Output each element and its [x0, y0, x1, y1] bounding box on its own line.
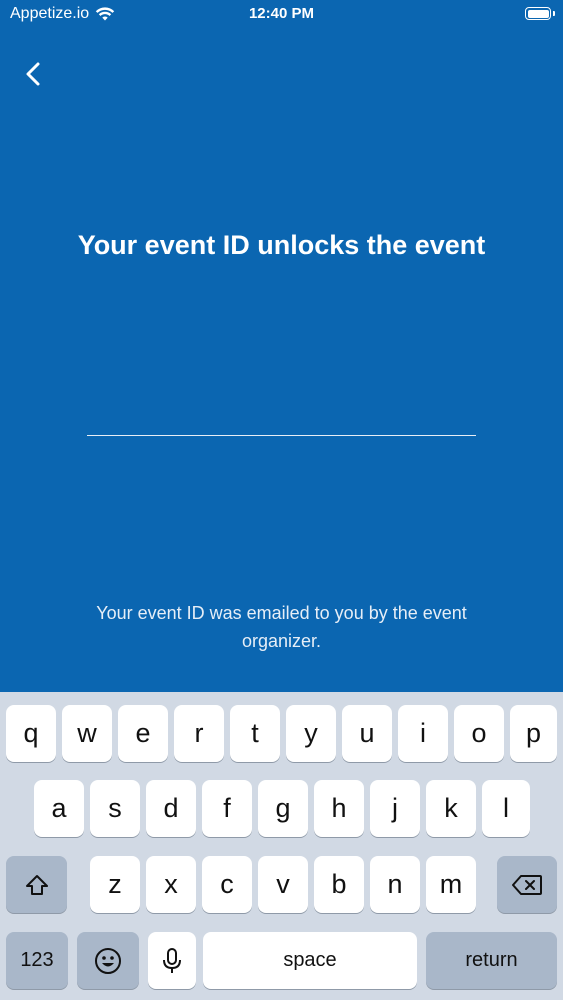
key-x[interactable]: x — [146, 856, 196, 913]
key-n[interactable]: n — [370, 856, 420, 913]
page-title: Your event ID unlocks the event — [77, 230, 486, 260]
battery-icon — [525, 7, 551, 20]
keyboard: q w e r t y u i o p a s d f g h j k l z … — [0, 692, 563, 1000]
key-e[interactable]: e — [118, 705, 168, 762]
dictation-key[interactable] — [148, 932, 196, 989]
key-g[interactable]: g — [258, 780, 308, 837]
key-y[interactable]: y — [286, 705, 336, 762]
backspace-icon — [512, 874, 542, 895]
key-a[interactable]: a — [34, 780, 84, 837]
key-o[interactable]: o — [454, 705, 504, 762]
key-s[interactable]: s — [90, 780, 140, 837]
key-f[interactable]: f — [202, 780, 252, 837]
key-q[interactable]: q — [6, 705, 56, 762]
emoji-key[interactable] — [77, 932, 139, 989]
event-id-field[interactable] — [87, 385, 476, 437]
key-u[interactable]: u — [342, 705, 392, 762]
numbers-key[interactable]: 123 — [6, 932, 68, 989]
space-key[interactable]: space — [203, 932, 417, 989]
key-d[interactable]: d — [146, 780, 196, 837]
microphone-icon — [163, 947, 181, 973]
key-v[interactable]: v — [258, 856, 308, 913]
status-bar: Appetize.io 12:40 PM — [0, 0, 563, 30]
event-id-input[interactable] — [87, 385, 476, 436]
key-j[interactable]: j — [370, 780, 420, 837]
hint-text: Your event ID was emailed to you by the … — [96, 603, 467, 651]
key-m[interactable]: m — [426, 856, 476, 913]
key-p[interactable]: p — [510, 705, 557, 762]
chevron-left-icon — [26, 62, 40, 86]
key-t[interactable]: t — [230, 705, 280, 762]
key-l[interactable]: l — [482, 780, 530, 837]
shift-key[interactable] — [6, 856, 67, 913]
key-k[interactable]: k — [426, 780, 476, 837]
key-z[interactable]: z — [90, 856, 140, 913]
back-button[interactable] — [18, 58, 50, 90]
emoji-icon — [95, 947, 121, 974]
delete-key[interactable] — [497, 856, 557, 913]
shift-icon — [25, 874, 48, 895]
battery-tip — [553, 11, 555, 16]
key-r[interactable]: r — [174, 705, 224, 762]
key-b[interactable]: b — [314, 856, 364, 913]
key-c[interactable]: c — [202, 856, 252, 913]
key-h[interactable]: h — [314, 780, 364, 837]
status-time: 12:40 PM — [248, 5, 315, 22]
key-i[interactable]: i — [398, 705, 448, 762]
return-key[interactable]: return — [426, 932, 557, 989]
key-w[interactable]: w — [62, 705, 112, 762]
